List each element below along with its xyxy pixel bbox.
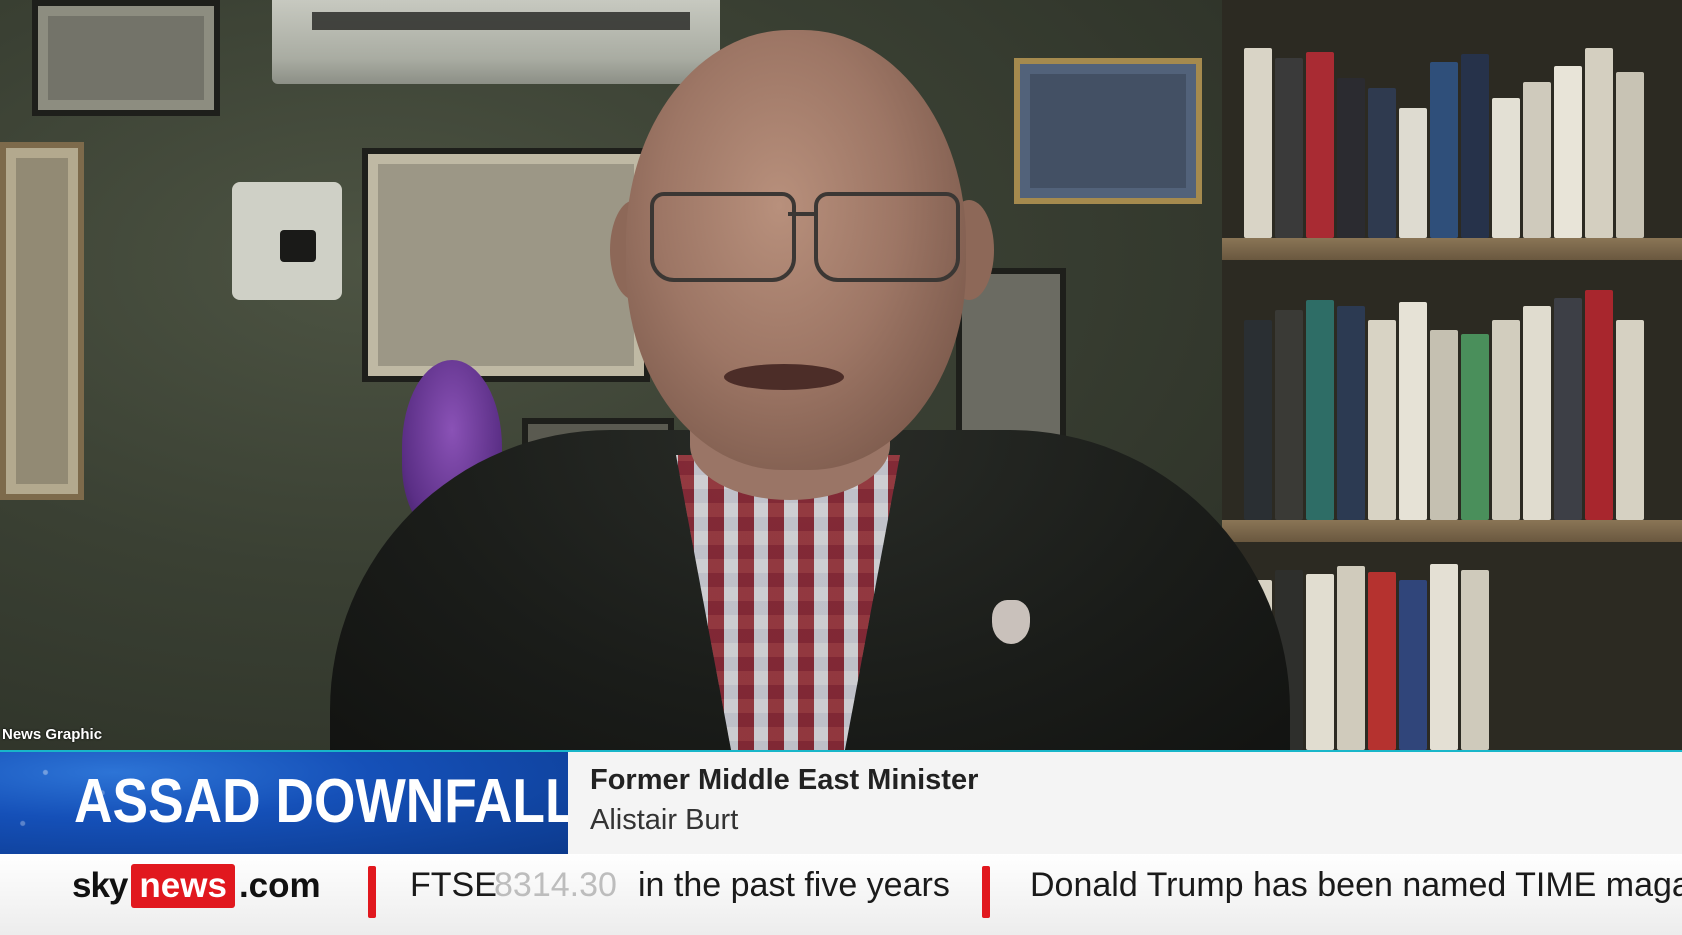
wall-switch	[232, 182, 342, 300]
glasses-right-lens	[814, 192, 960, 282]
ticker-headline: Donald Trump has been named TIME magazi	[1030, 866, 1682, 904]
guest-title: Former Middle East Minister	[590, 764, 979, 796]
ticker-separator	[982, 866, 990, 918]
wall-picture-right	[1014, 58, 1202, 204]
lapel-pin	[992, 600, 1030, 644]
shelf-board	[1222, 238, 1682, 260]
wall-picture-top-left	[32, 0, 220, 116]
headline-box: ASSAD DOWNFALL	[0, 752, 568, 854]
person-mouth	[724, 364, 844, 390]
video-frame: News Graphic ASSAD DOWNFALL Former Middl…	[0, 0, 1682, 935]
book-row	[1244, 284, 1644, 520]
logo-sky: sky	[72, 866, 128, 905]
news-graphic-label: News Graphic	[2, 726, 103, 743]
ticker-market-name: FTSE	[410, 866, 497, 904]
ticker-headline: in the past five years	[638, 866, 950, 904]
logo-news: news	[131, 864, 235, 908]
ticker-separator	[368, 866, 376, 918]
wall-picture-left	[0, 142, 84, 500]
guest-name: Alistair Burt	[590, 804, 739, 836]
air-conditioner	[272, 0, 720, 84]
lower-third: ASSAD DOWNFALL Former Middle East Minist…	[0, 750, 1682, 935]
news-ticker: sky news .com FTSE 8314.30 in the past f…	[0, 854, 1682, 935]
skynews-logo: sky news .com	[72, 864, 321, 908]
logo-com: .com	[238, 866, 321, 905]
wall-picture-collage	[362, 148, 650, 382]
shelf-board	[1222, 520, 1682, 542]
caption-box: Former Middle East Minister Alistair Bur…	[568, 752, 1682, 854]
headline-text: ASSAD DOWNFALL	[74, 767, 568, 836]
glasses-bridge	[788, 212, 814, 216]
glasses-left-lens	[650, 192, 796, 282]
book-row	[1244, 40, 1644, 238]
ticker-market-value: 8314.30	[494, 866, 617, 904]
